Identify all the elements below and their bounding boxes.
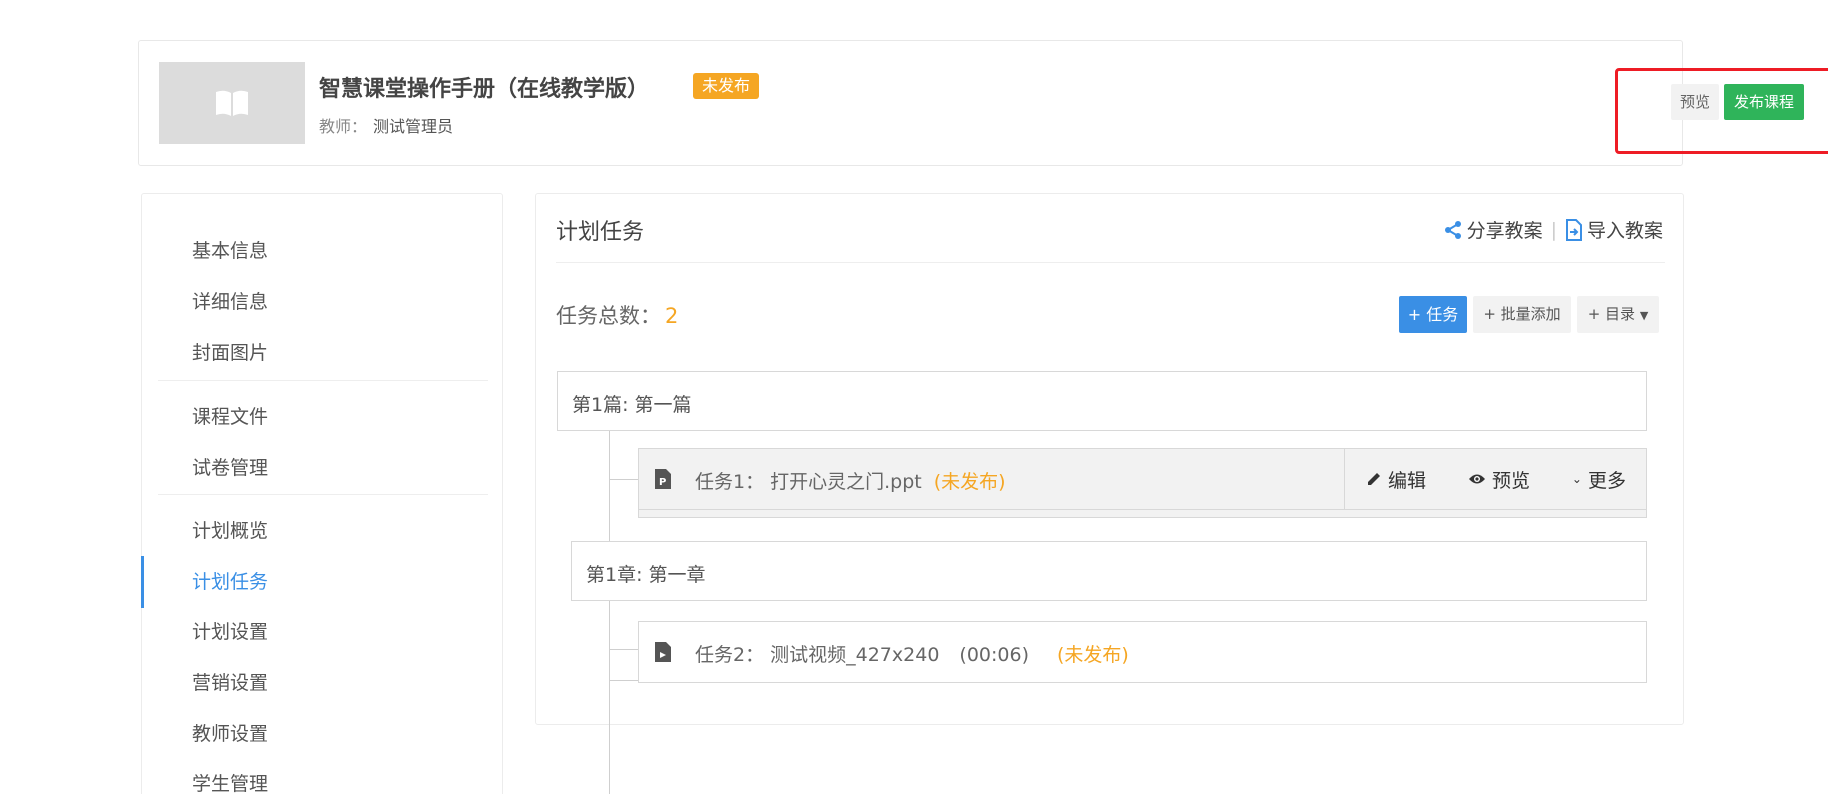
page-title: 计划任务 bbox=[556, 220, 645, 245]
teacher-label: 教师： bbox=[319, 117, 368, 136]
sidebar-divider bbox=[158, 494, 488, 495]
chapter-label: 第1章: 第一章 bbox=[586, 564, 706, 586]
task-row[interactable]: P 任务1： 打开心灵之门.ppt (未发布) 编辑 预览 ⌄ 更多 bbox=[638, 448, 1647, 518]
task-actions: 编辑 预览 ⌄ 更多 bbox=[1344, 449, 1647, 509]
task-row-divider bbox=[639, 509, 1646, 510]
task-duration: (00:06) bbox=[959, 644, 1029, 666]
panel-divider bbox=[556, 262, 1665, 263]
main-panel: 计划任务 分享教案 | 导入教案 任务总数： 2 + 任务 + 批量添加 + 目录 bbox=[535, 193, 1684, 794]
active-indicator bbox=[141, 556, 144, 608]
edit-label: 编辑 bbox=[1387, 469, 1426, 492]
task-count: 任务总数： 2 bbox=[556, 300, 678, 330]
more-task-dropdown[interactable]: ⌄ 更多 bbox=[1572, 466, 1626, 493]
tree-line bbox=[609, 431, 610, 794]
preview-label: 预览 bbox=[1491, 469, 1530, 492]
tree-line bbox=[609, 479, 638, 480]
add-catalog-label: + 目录 bbox=[1587, 305, 1636, 323]
sidebar-item-exam-management[interactable]: 试卷管理 bbox=[192, 453, 268, 480]
import-file-icon bbox=[1565, 218, 1582, 241]
sidebar-item-teacher-settings[interactable]: 教师设置 bbox=[192, 719, 268, 746]
share-lesson-label: 分享教案 bbox=[1466, 220, 1543, 242]
sidebar-item-detail-info[interactable]: 详细信息 bbox=[192, 287, 268, 314]
sidebar-item-plan-overview[interactable]: 计划概览 bbox=[192, 516, 268, 543]
edit-task-button[interactable]: 编辑 bbox=[1366, 466, 1426, 493]
task-label: 任务1： 打开心灵之门.ppt (未发布) bbox=[695, 467, 1006, 494]
task-count-value: 2 bbox=[665, 304, 679, 328]
pencil-icon bbox=[1367, 473, 1380, 485]
add-task-button[interactable]: + 任务 bbox=[1399, 296, 1467, 333]
sidebar-item-marketing-settings[interactable]: 营销设置 bbox=[192, 668, 268, 695]
panel-actions: 分享教案 | 导入教案 bbox=[1443, 216, 1663, 243]
chevron-down-icon: ⌄ bbox=[1571, 472, 1582, 486]
book-icon bbox=[216, 90, 248, 116]
course-cover-image bbox=[159, 62, 305, 144]
task-status: (未发布) bbox=[1057, 644, 1129, 666]
sidebar-item-cover-image[interactable]: 封面图片 bbox=[192, 338, 268, 365]
task-name: 任务2： 测试视频_427x240 bbox=[695, 644, 940, 666]
task-status: (未发布) bbox=[933, 471, 1006, 493]
sidebar-divider bbox=[158, 380, 488, 381]
add-catalog-dropdown[interactable]: + 目录 ▼ bbox=[1577, 296, 1659, 333]
eye-icon bbox=[1468, 474, 1485, 484]
sidebar-item-student-management[interactable]: 学生管理 bbox=[192, 769, 268, 794]
preview-task-button[interactable]: 预览 bbox=[1468, 466, 1530, 493]
sidebar-item-plan-settings[interactable]: 计划设置 bbox=[192, 617, 268, 644]
sidebar-item-basic-info[interactable]: 基本信息 bbox=[192, 236, 268, 263]
tree-line bbox=[609, 680, 638, 681]
task-row[interactable]: 任务2： 测试视频_427x240 (00:06) (未发布) bbox=[638, 621, 1647, 683]
more-label: 更多 bbox=[1587, 469, 1626, 492]
task-name: 任务1： 打开心灵之门.ppt bbox=[695, 471, 922, 493]
task-count-label: 任务总数： bbox=[556, 304, 661, 328]
sidebar-item-course-files[interactable]: 课程文件 bbox=[192, 402, 268, 429]
part-label: 第1篇: 第一篇 bbox=[572, 394, 692, 416]
import-lesson-link[interactable]: 导入教案 bbox=[1565, 216, 1663, 243]
sidebar-item-plan-tasks[interactable]: 计划任务 bbox=[192, 567, 268, 594]
share-icon bbox=[1444, 220, 1461, 239]
video-file-icon bbox=[655, 642, 671, 662]
svg-text:P: P bbox=[659, 477, 666, 488]
tree-line bbox=[609, 649, 638, 650]
preview-course-button[interactable]: 预览 bbox=[1671, 84, 1719, 120]
share-lesson-link[interactable]: 分享教案 bbox=[1443, 216, 1543, 243]
part-item[interactable]: 第1篇: 第一篇 bbox=[557, 371, 1647, 431]
sidebar: 基本信息 详细信息 封面图片 课程文件 试卷管理 计划概览 计划任务 计划设置 … bbox=[141, 193, 503, 794]
course-header: 智慧课堂操作手册（在线教学版） 未发布 教师： 测试管理员 预览 发布课程 bbox=[138, 40, 1828, 166]
chapter-item[interactable]: 第1章: 第一章 bbox=[571, 541, 1647, 601]
action-separator: | bbox=[1550, 218, 1557, 241]
teacher-row: 教师： 测试管理员 bbox=[319, 113, 453, 137]
course-title: 智慧课堂操作手册（在线教学版） bbox=[319, 77, 650, 102]
status-badge: 未发布 bbox=[693, 73, 760, 99]
task-label: 任务2： 测试视频_427x240 (00:06) (未发布) bbox=[695, 640, 1129, 667]
publish-course-button[interactable]: 发布课程 bbox=[1724, 84, 1804, 120]
batch-add-button[interactable]: + 批量添加 bbox=[1473, 296, 1571, 333]
ppt-file-icon: P bbox=[655, 469, 671, 489]
caret-down-icon: ▼ bbox=[1639, 309, 1649, 322]
teacher-name: 测试管理员 bbox=[373, 117, 454, 136]
import-lesson-label: 导入教案 bbox=[1586, 220, 1663, 242]
